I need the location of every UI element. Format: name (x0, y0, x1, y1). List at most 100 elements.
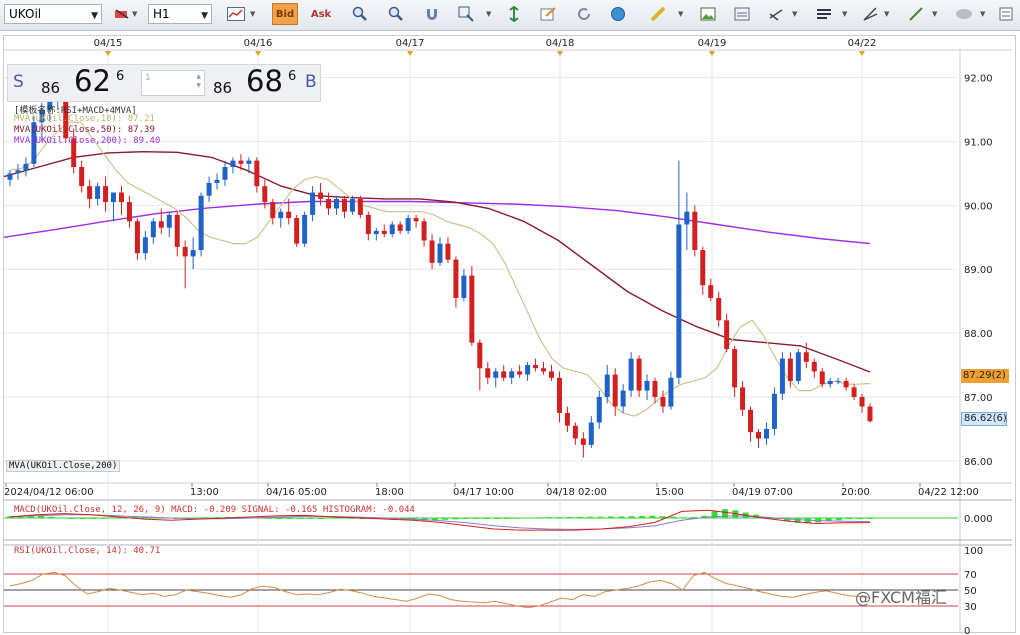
candle-body (580, 438, 586, 445)
candle-body (238, 160, 244, 164)
macd-histogram-bar (659, 516, 666, 518)
candle-body (676, 224, 682, 378)
top-date-label: 04/22 (848, 38, 877, 49)
lot-size-value: 1 (145, 73, 151, 83)
sell-price-prefix: 86 (41, 79, 61, 97)
macd-histogram-bar (89, 518, 96, 519)
candle-body (708, 285, 714, 298)
mva200-line (3, 200, 871, 245)
candle-body (381, 230, 387, 235)
price-axis-label: 87.00 (964, 393, 993, 404)
date-marker-icon (709, 51, 715, 56)
candle-body (437, 243, 443, 263)
candle-body (612, 374, 618, 407)
candle-body (182, 246, 188, 257)
macd-histogram-bar (566, 516, 573, 518)
top-date-label: 04/15 (94, 38, 123, 49)
buy-button[interactable]: B (305, 72, 317, 92)
candle-body (453, 259, 459, 298)
candle-body (660, 396, 666, 407)
macd-histogram-bar (483, 518, 490, 519)
candle-body (318, 192, 324, 199)
buy-price-main[interactable]: 68 (246, 64, 283, 98)
buy-price-pipette: 6 (288, 69, 297, 84)
sell-price-main[interactable]: 62 (74, 64, 111, 98)
sell-button[interactable]: S (13, 72, 24, 92)
macd-histogram-bar (110, 517, 117, 519)
candle-body (493, 371, 499, 378)
price-axis-label: 91.00 (964, 137, 993, 148)
candle-body (644, 380, 650, 391)
macd-histogram-bar (576, 516, 583, 518)
candle-body (811, 361, 817, 372)
candle-body (341, 198, 347, 212)
candle-body (628, 358, 634, 391)
macd-histogram-bar (545, 517, 552, 519)
candle-body (533, 365, 539, 369)
date-marker-icon (255, 51, 261, 56)
macd-histogram-bar (856, 518, 863, 520)
candle-body (302, 214, 308, 244)
candle-body (724, 320, 730, 350)
time-axis-label: 20:00 (841, 487, 870, 498)
macd-histogram-bar (317, 518, 324, 519)
candle-body (150, 221, 156, 238)
macd-histogram-bar (670, 516, 677, 518)
price-axis-label: 90.00 (964, 201, 993, 212)
buy-price-prefix: 86 (213, 79, 233, 97)
candle-body (779, 358, 785, 394)
macd-histogram-bar (442, 518, 449, 520)
time-axis-label: 2024/04/12 06:00 (4, 487, 94, 498)
candle-body (421, 221, 427, 241)
candle-body (79, 166, 85, 187)
candle-body (405, 218, 411, 231)
stepper-arrows-icon[interactable]: ▲ ▼ (196, 72, 201, 90)
candle-body (859, 396, 865, 407)
quote-panel: S 86 62 6 1 ▲ ▼ 86 68 6 B (7, 64, 321, 102)
candle-body (222, 166, 228, 180)
lot-size-input[interactable]: 1 ▲ ▼ (141, 70, 205, 96)
candle-body (126, 202, 132, 222)
candle-body (556, 377, 562, 413)
mva10-legend: MVA(UKOil.Close,10): 87.21 (14, 114, 155, 124)
candle-body (572, 425, 578, 439)
macd-histogram-bar (846, 518, 853, 520)
macd-legend: MACD(UKOil.Close, 12, 26, 9) MACD: -0.20… (14, 505, 415, 515)
sell-price-pipette: 6 (116, 69, 125, 84)
macd-histogram-bar (69, 518, 76, 519)
candle-body (357, 198, 363, 215)
candle-body (525, 365, 531, 375)
candle-body (763, 428, 769, 439)
candle-body (803, 352, 809, 362)
candle-body (843, 380, 849, 388)
candle-body (365, 214, 371, 235)
last-price-tag: 86.62(6) (961, 412, 1007, 426)
candle-body (485, 368, 491, 378)
macd-histogram-bar (100, 517, 107, 519)
candle-body (716, 297, 722, 321)
candle-body (700, 250, 706, 286)
candle-body (819, 371, 825, 385)
candle-body (158, 221, 164, 228)
candle-body (142, 237, 148, 254)
candle-body (87, 186, 93, 199)
macd-histogram-bar (690, 517, 697, 519)
candle-body (827, 380, 833, 385)
time-axis-label: 04/19 07:00 (732, 487, 793, 498)
candle-body (373, 230, 379, 235)
macd-histogram-bar (307, 518, 314, 519)
macd-histogram-bar (473, 518, 480, 519)
rsi-axis-label: 0 (964, 626, 970, 635)
candle-body (692, 211, 698, 251)
time-axis-label: 04/18 02:00 (546, 487, 607, 498)
candle-body (461, 275, 467, 298)
macd-histogram-bar (276, 518, 283, 519)
candle-body (389, 224, 395, 235)
mva-price-tag: 87.29(2) (961, 369, 1009, 383)
candle-body (541, 368, 547, 372)
macd-histogram-bar (462, 518, 469, 519)
mva200-legend: MVA(UKOil.Close,200): 89.40 (14, 136, 161, 146)
candle-body (294, 218, 300, 244)
top-date-label: 04/17 (396, 38, 425, 49)
candle-body (95, 186, 101, 199)
